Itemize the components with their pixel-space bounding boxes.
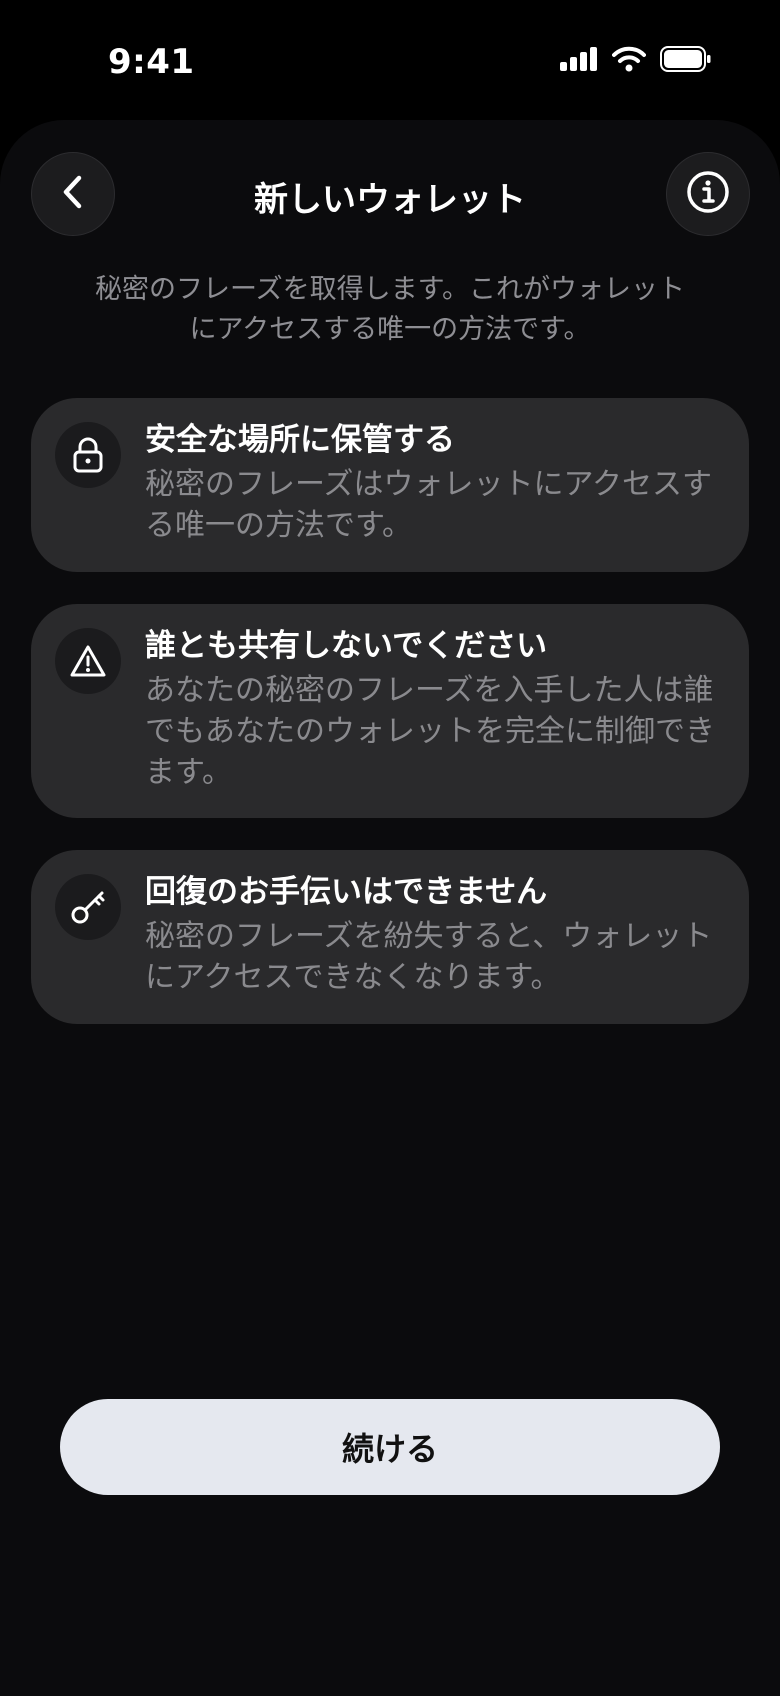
info-button[interactable] (666, 152, 750, 236)
info-card-cannot-recover: 回復のお手伝いはできません 秘密のフレーズを紛失すると、ウォレットにアクセスでき… (31, 850, 749, 1024)
card-body: 秘密のフレーズはウォレットにアクセスする唯一の方法です。 (145, 467, 712, 543)
status-time: 9:41 (108, 42, 195, 82)
page-title: 新しいウォレット (254, 180, 526, 220)
key-icon (55, 874, 121, 940)
card-title: 誰とも共有しないでください (145, 628, 548, 664)
continue-button[interactable]: 続ける (60, 1399, 720, 1495)
cellular-signal-icon (560, 47, 598, 75)
card-body: あなたの秘密のフレーズを入手した人は誰でもあなたのウォレットを完全に制御できます… (145, 673, 715, 790)
intro-text: 秘密のフレーズを取得します。これがウォレットにアクセスする唯一の方法です。 (95, 274, 685, 345)
card-title: 安全な場所に保管する (145, 422, 455, 458)
status-icons (560, 46, 712, 76)
card-body: 秘密のフレーズを紛失すると、ウォレットにアクセスできなくなります。 (145, 919, 713, 995)
info-card-store-safely: 安全な場所に保管する 秘密のフレーズはウォレットにアクセスする唯一の方法です。 (31, 398, 749, 572)
info-circle-icon (686, 170, 730, 218)
info-card-do-not-share: 誰とも共有しないでください あなたの秘密のフレーズを入手した人は誰でもあなたのウ… (31, 604, 749, 818)
warning-triangle-icon (55, 628, 121, 694)
wifi-icon (612, 46, 646, 76)
battery-icon (660, 46, 712, 76)
lock-icon (55, 422, 121, 488)
card-title: 回復のお手伝いはできません (145, 874, 548, 910)
status-bar: 9:41 (0, 0, 780, 120)
